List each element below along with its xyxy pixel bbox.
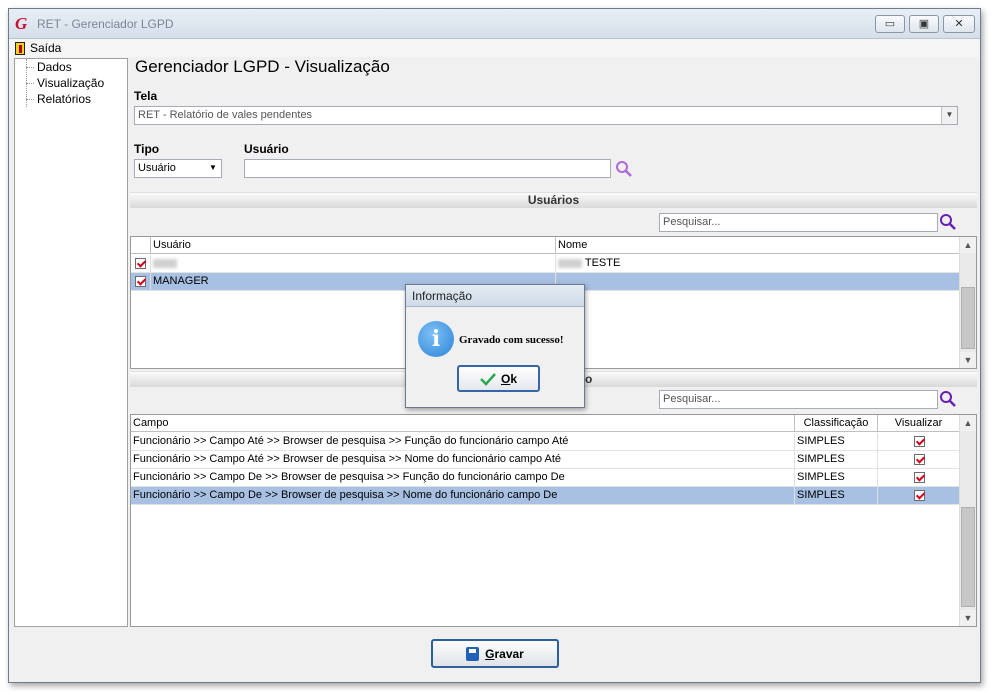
- checkbox-column-header: [131, 237, 151, 254]
- info-icon: i: [418, 321, 454, 357]
- title-bar: G RET - Gerenciador LGPD ▭ ▣ ✕: [9, 9, 980, 39]
- redacted-value: [558, 258, 582, 268]
- scroll-down-icon[interactable]: ▼: [960, 610, 976, 626]
- usuario-input[interactable]: [244, 159, 611, 178]
- campo-column-header[interactable]: Campo: [131, 415, 795, 432]
- table-row[interactable]: Funcionário >> Campo De >> Browser de pe…: [131, 487, 959, 505]
- classificacao-cell: SIMPLES: [795, 433, 878, 451]
- menu-bar: Saída: [9, 39, 980, 57]
- users-section-header: Usuários: [130, 192, 977, 208]
- page-title: Gerenciador LGPD - Visualização: [135, 57, 390, 76]
- table-row[interactable]: Funcionário >> Campo De >> Browser de pe…: [131, 469, 959, 487]
- tela-select[interactable]: RET - Relatório de vales pendentes ▼: [134, 106, 958, 125]
- exit-menu-item[interactable]: Saída: [15, 40, 61, 56]
- redacted-value: [153, 258, 177, 268]
- visualizar-checkbox[interactable]: [914, 435, 925, 447]
- name-cell: [556, 273, 959, 291]
- row-checkbox[interactable]: [135, 257, 146, 269]
- ok-button[interactable]: Ok: [457, 365, 540, 392]
- users-search-input[interactable]: Pesquisar...: [659, 213, 938, 232]
- visualizar-checkbox[interactable]: [914, 489, 925, 501]
- tipo-select[interactable]: Usuário ▼: [134, 159, 222, 178]
- minimize-button[interactable]: ▭: [875, 15, 905, 33]
- exit-door-icon: [15, 41, 25, 55]
- scroll-thumb[interactable]: [961, 287, 975, 349]
- name-cell: TESTE: [584, 257, 621, 269]
- classificacao-cell: SIMPLES: [795, 487, 878, 505]
- tela-select-value: RET - Relatório de vales pendentes: [138, 109, 313, 121]
- dialog-message: Gravado com sucesso!: [459, 334, 564, 346]
- close-button[interactable]: ✕: [943, 15, 975, 33]
- search-icon[interactable]: [939, 213, 957, 231]
- campo-cell: Funcionário >> Campo De >> Browser de pe…: [131, 487, 795, 505]
- tipo-label: Tipo: [134, 142, 160, 156]
- save-button[interactable]: Gravar: [431, 639, 559, 668]
- tree-item-relatorios[interactable]: Relatórios: [15, 91, 91, 107]
- nome-column-header[interactable]: Nome: [556, 237, 959, 254]
- table-row[interactable]: TESTE: [131, 255, 959, 273]
- scroll-up-icon[interactable]: ▲: [960, 237, 976, 253]
- table-row[interactable]: Funcionário >> Campo Até >> Browser de p…: [131, 433, 959, 451]
- tela-label: Tela: [134, 89, 158, 103]
- dialog-title: Informação: [406, 285, 584, 307]
- save-button-label: Gravar: [485, 646, 524, 661]
- chevron-down-icon[interactable]: ▼: [941, 107, 957, 124]
- maximize-button[interactable]: ▣: [909, 15, 939, 33]
- campo-cell: Funcionário >> Campo Até >> Browser de p…: [131, 433, 795, 451]
- tipo-select-value: Usuário: [138, 162, 176, 174]
- navigation-tree: Dados Visualização Relatórios: [14, 58, 128, 627]
- classificacao-cell: SIMPLES: [795, 469, 878, 487]
- main-window: G RET - Gerenciador LGPD ▭ ▣ ✕ Saída Dad…: [8, 8, 981, 683]
- scroll-up-icon[interactable]: ▲: [960, 415, 976, 431]
- visualizar-column-header[interactable]: Visualizar: [878, 415, 959, 432]
- search-icon[interactable]: [615, 160, 633, 178]
- scroll-thumb[interactable]: [961, 507, 975, 607]
- ok-button-label: Ok: [500, 371, 518, 386]
- campo-cell: Funcionário >> Campo De >> Browser de pe…: [131, 469, 795, 487]
- fields-grid-header: Campo Classificação Visualizar: [131, 415, 959, 432]
- scroll-down-icon[interactable]: ▼: [960, 352, 976, 368]
- classificacao-column-header[interactable]: Classificação: [795, 415, 878, 432]
- visualizar-checkbox[interactable]: [914, 471, 925, 483]
- floppy-disk-icon: [466, 646, 480, 661]
- row-checkbox[interactable]: [135, 275, 146, 287]
- fields-search-input[interactable]: Pesquisar...: [659, 390, 938, 409]
- checkmark-icon: [480, 372, 496, 386]
- users-grid-header: Usuário Nome: [131, 237, 959, 254]
- usuario-label: Usuário: [244, 142, 289, 156]
- exit-label: Saída: [30, 41, 62, 55]
- users-scrollbar[interactable]: ▲ ▼: [959, 237, 976, 368]
- fields-grid[interactable]: Campo Classificação Visualizar Funcionár…: [130, 414, 977, 627]
- fields-scrollbar[interactable]: ▲ ▼: [959, 415, 976, 626]
- usuario-column-header[interactable]: Usuário: [151, 237, 556, 254]
- search-icon[interactable]: [939, 390, 957, 408]
- info-dialog: Informação i Gravado com sucesso! Ok: [405, 284, 585, 408]
- campo-cell: Funcionário >> Campo Até >> Browser de p…: [131, 451, 795, 469]
- tree-item-visualizacao[interactable]: Visualização: [15, 75, 104, 91]
- window-title: RET - Gerenciador LGPD: [37, 17, 174, 31]
- tree-item-dados[interactable]: Dados: [15, 59, 72, 75]
- chevron-down-icon[interactable]: ▼: [205, 160, 221, 177]
- app-logo-icon: G: [15, 14, 28, 33]
- classificacao-cell: SIMPLES: [795, 451, 878, 469]
- visualizar-checkbox[interactable]: [914, 453, 925, 465]
- table-row[interactable]: Funcionário >> Campo Até >> Browser de p…: [131, 451, 959, 469]
